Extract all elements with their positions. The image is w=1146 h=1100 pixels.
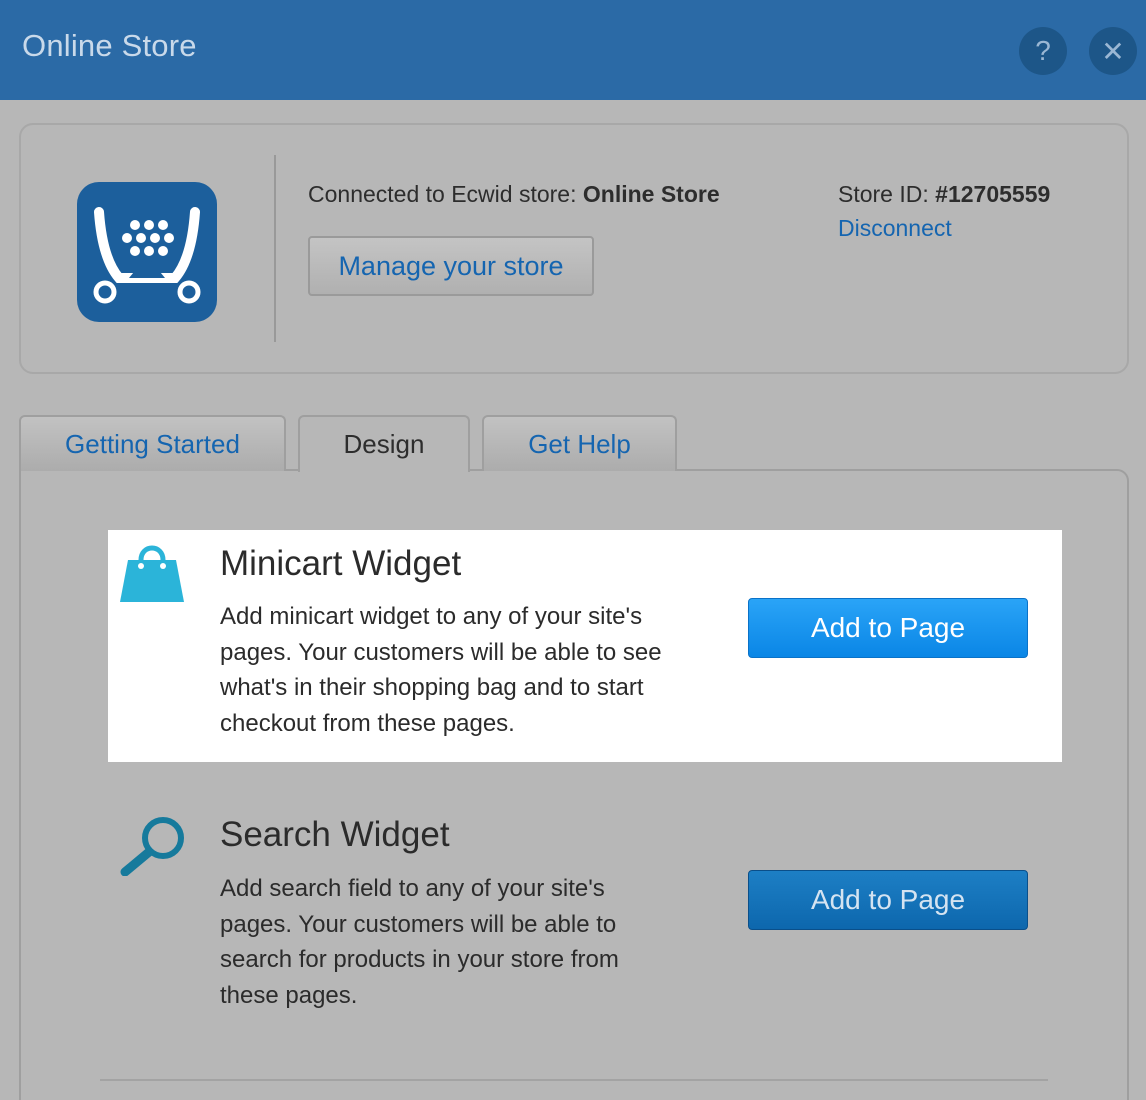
help-icon: ? [1035,35,1051,66]
connection-status: Connected to Ecwid store: Online Store [308,181,720,208]
manage-store-button[interactable]: Manage your store [308,236,594,296]
vertical-divider [274,155,276,342]
help-button[interactable]: ? [1019,27,1067,75]
search-widget-description: Add search field to any of your site's p… [220,871,730,1013]
tab-design[interactable]: Design [298,415,470,472]
description-line: Add search field to any of your site's [220,875,605,902]
description-line: pages. Your customers will be able to se… [220,638,662,666]
store-id: Store ID: #12705559 [838,181,1050,208]
tab-getting-started[interactable]: Getting Started [19,415,286,471]
section-divider [100,1079,1048,1081]
ecwid-cart-icon [77,182,217,322]
minicart-widget-description: Add minicart widget to any of your site'… [220,599,730,741]
app-title: Online Store [22,28,197,63]
search-add-to-page-button[interactable]: Add to Page [748,870,1028,930]
store-name: Online Store [582,181,720,207]
description-line: pages. Your customers will be able to [220,910,617,938]
disconnect-link[interactable]: Disconnect [838,215,952,242]
description-line: search for products in your store from [220,946,619,973]
close-button[interactable]: ✕ [1089,27,1137,75]
store-id-value: #12705559 [935,181,1051,207]
search-widget-title: Search Widget [220,815,450,854]
connected-prefix: Connected to Ecwid store: [308,181,583,207]
minicart-widget-title: Minicart Widget [220,544,462,583]
close-icon: ✕ [1101,35,1125,67]
magnifier-icon [118,814,188,877]
description-line: Add minicart widget to any of your site'… [220,603,643,630]
description-line: these pages. [220,981,358,1009]
description-line: what's in their shopping bag and to star… [220,674,644,701]
shopping-bag-icon [119,540,185,604]
minicart-add-to-page-button[interactable]: Add to Page [748,598,1028,658]
tab-get-help[interactable]: Get Help [482,415,677,471]
app-header: Online Store ? ✕ [0,0,1146,100]
store-id-prefix: Store ID: [838,181,936,207]
description-line: checkout from these pages. [220,709,515,737]
